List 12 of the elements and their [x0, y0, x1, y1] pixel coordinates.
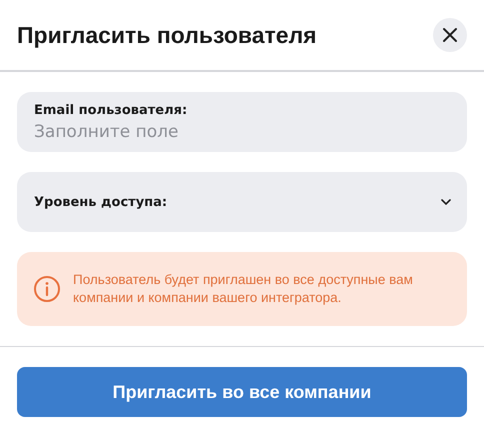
field-label: Email пользователя: [34, 102, 188, 118]
chevron-down-icon [441, 199, 451, 205]
close-button[interactable] [433, 18, 467, 52]
close-icon [442, 27, 458, 43]
invite-button[interactable]: Пригласить во все компании [17, 367, 467, 417]
email-input[interactable]: Заполните поле [34, 122, 450, 142]
dialog-title: Пригласить пользователя [17, 22, 317, 48]
email-field[interactable]: Email пользователя: Заполните поле [17, 92, 467, 152]
info-icon [33, 275, 61, 303]
field-label: Уровень доступа: [34, 194, 168, 210]
access-level-dropdown[interactable]: Уровень доступа: [17, 172, 467, 232]
notice-text: Пользователь будет приглашен во все доступные вам компании и компании вашего интегратора. [73, 271, 414, 307]
